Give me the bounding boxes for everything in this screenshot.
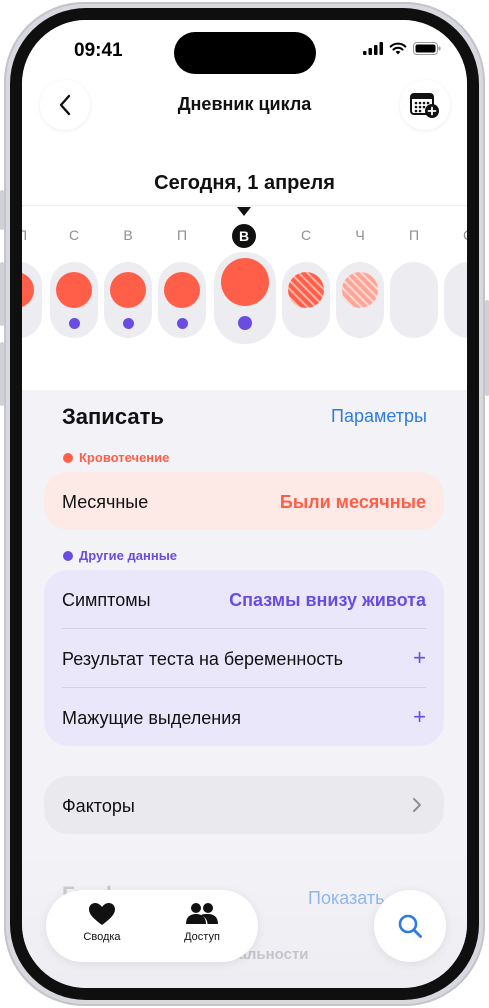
calendar-add-button[interactable] [400, 80, 450, 130]
day-cell[interactable] [390, 262, 438, 338]
day-label: П [22, 227, 28, 243]
day-label: С [68, 227, 80, 243]
pregnancy-test-label: Результат теста на беременность [62, 649, 343, 669]
side-button [485, 300, 489, 396]
period-row-value: Были месячные [279, 492, 426, 512]
tab-summary[interactable]: Сводка [62, 902, 142, 943]
symptom-dot [238, 316, 252, 330]
day-label: В [123, 227, 133, 243]
period-circle [22, 272, 34, 308]
date-title: Сегодня, 1 апреля [154, 172, 335, 194]
selected-day-label: В [232, 224, 256, 248]
day-cell[interactable] [282, 262, 330, 338]
day-label: П [176, 227, 188, 243]
period-circle [221, 258, 269, 306]
day-cell-selected[interactable] [214, 252, 276, 344]
chevron-right-icon [413, 798, 421, 812]
today-marker-icon [237, 207, 251, 216]
record-title: Записать [62, 404, 164, 429]
period-row[interactable]: Месячные Были месячные [44, 472, 444, 530]
symptom-dot [69, 318, 80, 329]
day-label: С [300, 227, 312, 243]
predicted-period-circle [288, 272, 324, 308]
symptoms-value: Спазмы внизу живота [229, 590, 426, 610]
screen: 09:41 Дневник цикла Сегодня, 1 апреля П … [22, 20, 467, 988]
symptom-dot [177, 318, 188, 329]
spotting-label: Мажущие выделения [62, 708, 241, 728]
tab-sharing-label: Доступ [184, 931, 220, 943]
spotting-add-icon[interactable]: + [413, 704, 426, 730]
factors-row[interactable]: Факторы [44, 776, 444, 834]
symptoms-label: Симптомы [62, 590, 151, 610]
status-time: 09:41 [74, 40, 123, 61]
spotting-row[interactable]: Мажущие выделения + [44, 688, 444, 746]
other-section-label: Другие данные [63, 548, 177, 563]
volume-up-button [0, 262, 4, 326]
day-label: С [448, 227, 467, 243]
pregnancy-test-add-icon[interactable]: + [413, 645, 426, 671]
pregnancy-test-row[interactable]: Результат теста на беременность + [44, 629, 444, 687]
bleeding-section-label: Кровотечение [63, 450, 169, 465]
predicted-period-circle [342, 272, 378, 308]
day-label: П [408, 227, 420, 243]
volume-down-button [0, 342, 4, 406]
bleeding-dot [63, 452, 73, 463]
action-button [0, 190, 4, 230]
day-cell[interactable] [158, 262, 206, 338]
show-link[interactable]: Показать [308, 888, 385, 909]
tab-bar: Сводка Доступ [46, 890, 258, 962]
people-icon [186, 903, 218, 924]
period-circle [110, 272, 146, 308]
day-cell[interactable] [444, 262, 467, 338]
day-label: Ч [355, 227, 365, 243]
tab-summary-label: Сводка [83, 931, 121, 943]
day-cell[interactable] [50, 262, 98, 338]
status-icons [363, 42, 441, 55]
heart-icon [89, 903, 115, 925]
day-cell[interactable] [336, 262, 384, 338]
cellular-signal-icon [363, 42, 383, 55]
dynamic-island [174, 32, 316, 74]
search-button[interactable] [374, 890, 446, 962]
period-circle [164, 272, 200, 308]
wifi-icon [389, 42, 407, 55]
other-dot [63, 550, 73, 561]
other-section-text: Другие данные [79, 548, 178, 563]
factors-label: Факторы [62, 796, 135, 816]
bleeding-section-text: Кровотечение [79, 450, 170, 465]
other-data-card: Симптомы Спазмы внизу живота Результат т… [44, 570, 444, 746]
search-icon [398, 914, 422, 938]
tab-sharing[interactable]: Доступ [162, 902, 242, 943]
battery-icon [413, 42, 441, 55]
period-row-label: Месячные [62, 492, 149, 512]
symptoms-row[interactable]: Симптомы Спазмы внизу живота [44, 570, 444, 628]
period-circle [56, 272, 92, 308]
calendar-add-icon [410, 93, 439, 118]
parameters-link[interactable]: Параметры [331, 406, 427, 427]
day-cell[interactable] [104, 262, 152, 338]
symptom-dot [123, 318, 134, 329]
